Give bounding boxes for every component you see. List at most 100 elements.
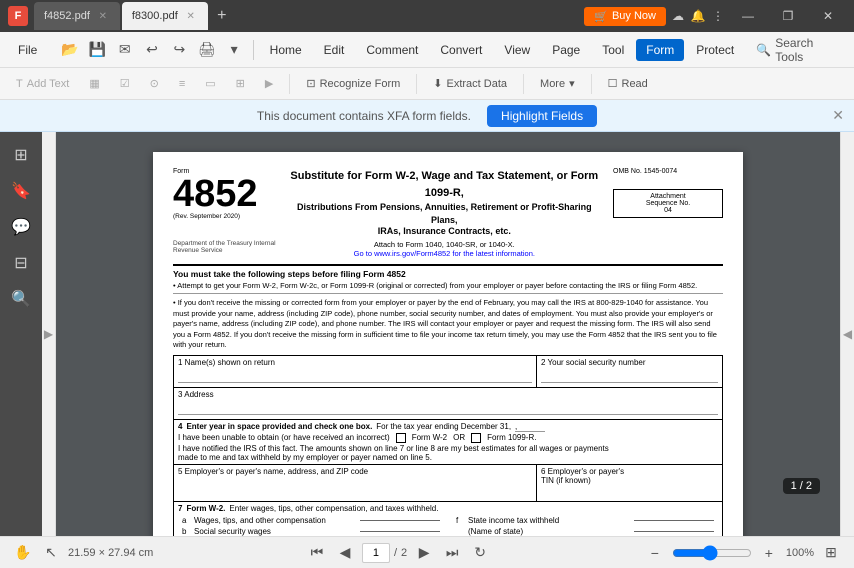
tab-f8300-label: f8300.pdf <box>132 10 178 22</box>
minimize-button[interactable]: — <box>730 2 766 30</box>
sidebar-layers-icon[interactable]: ⊟ <box>6 248 36 278</box>
rotate-button[interactable]: ↻ <box>469 542 491 564</box>
attach-line: Attach to Form 1040, 1040-SR, or 1040-X. <box>286 240 603 249</box>
tab-f4852[interactable]: f4852.pdf ✕ <box>34 2 120 30</box>
chevron-right-icon: ▶ <box>44 327 53 341</box>
field-icon-3: ⊙ <box>142 74 167 93</box>
row7-f: fState income tax withheld <box>452 515 718 526</box>
close-button[interactable]: ✕ <box>810 2 846 30</box>
omb-number: OMB No. 1545-0074 <box>613 168 723 175</box>
field6: 6 Employer's or payer's TIN (if known) <box>537 465 722 501</box>
row7-content: aWages, tips, and other compensation bSo… <box>178 515 718 536</box>
field-icon-1: ▦ <box>81 74 107 93</box>
save-icon[interactable]: 💾 <box>85 36 110 64</box>
redo-icon[interactable]: ↪ <box>167 36 192 64</box>
sequence-label: Sequence No. <box>617 200 719 207</box>
menu-edit[interactable]: Edit <box>314 39 355 61</box>
hand-tool-button[interactable]: ✋ <box>12 542 34 564</box>
select-tool-button[interactable]: ↖ <box>40 542 62 564</box>
total-pages: 2 <box>401 547 407 559</box>
field3-input <box>178 401 718 415</box>
row-5-6: 5 Employer's or payer's name, address, a… <box>173 464 723 502</box>
pdf-viewer[interactable]: Form 4852 (Rev. September 2020) Departme… <box>56 132 840 536</box>
fit-page-button[interactable]: ⊞ <box>820 542 842 564</box>
row7-state: (Name of state) <box>452 526 718 536</box>
restore-button[interactable]: ❐ <box>770 2 806 30</box>
pdf-page: Form 4852 (Rev. September 2020) Departme… <box>153 152 743 536</box>
tab-f4852-close[interactable]: ✕ <box>96 9 110 23</box>
step1-text: • Attempt to get your Form W-2, Form W-2… <box>173 281 723 290</box>
last-page-button[interactable]: ⏭ <box>441 542 463 564</box>
gov-url: Go to www.irs.gov/Form4852 for the lates… <box>286 249 603 258</box>
tab-f8300[interactable]: f8300.pdf ✕ <box>122 2 208 30</box>
titlebar: F f4852.pdf ✕ f8300.pdf ✕ + 🛒 Buy Now ☁ … <box>0 0 854 32</box>
prev-page-button[interactable]: ◀ <box>334 542 356 564</box>
menu-tool[interactable]: Tool <box>592 39 634 61</box>
field-icon-5: ▭ <box>197 74 223 93</box>
field7state-input <box>634 531 714 532</box>
menu-convert[interactable]: Convert <box>430 39 492 61</box>
menu-form[interactable]: Form <box>636 39 684 61</box>
toolbar-divider-1 <box>289 74 290 94</box>
recognize-form-button[interactable]: ⊡ Recognize Form <box>298 74 408 93</box>
add-text-button[interactable]: T Add Text <box>8 75 77 93</box>
zoom-slider[interactable] <box>672 545 752 561</box>
undo-icon[interactable]: ↩ <box>139 36 164 64</box>
sidebar-pages-icon[interactable]: ⊞ <box>6 140 36 170</box>
zoom-in-button[interactable]: + <box>758 542 780 564</box>
notification-icon[interactable]: 🔔 <box>690 8 706 24</box>
more-button[interactable]: More ▾ <box>532 74 583 93</box>
more-dropdown-icon: ▾ <box>569 77 575 90</box>
row-1-2: 1 Name(s) shown on return 2 Your social … <box>173 355 723 388</box>
xfa-close-button[interactable]: ✕ <box>832 107 844 124</box>
titlebar-actions: 🛒 Buy Now ☁ 🔔 ⋮ — ❐ ✕ <box>584 2 846 30</box>
sidebar-comments-icon[interactable]: 💬 <box>6 212 36 242</box>
field1: 1 Name(s) shown on return <box>174 356 537 387</box>
toolbar-divider-2 <box>416 74 417 94</box>
field5: 5 Employer's or payer's name, address, a… <box>174 465 537 501</box>
row-7: 7 Form W-2. Enter wages, tips, other com… <box>173 501 723 536</box>
zoom-out-button[interactable]: − <box>644 542 666 564</box>
print-icon[interactable]: 🖨 <box>194 36 219 64</box>
panel-toggle-right[interactable]: ◀ <box>840 132 854 536</box>
panel-toggle-left[interactable]: ▶ <box>42 132 56 536</box>
field-icon-2: ☑ <box>112 74 138 93</box>
row7-a: aWages, tips, and other compensation <box>178 515 444 526</box>
nav-controls: ⏮ ◀ / 2 ▶ ⏭ ↻ <box>306 542 491 564</box>
read-checkbox[interactable]: ☐ Read <box>600 74 656 93</box>
w2-checkbox <box>396 433 406 443</box>
row-4: 4 Enter year in space provided and check… <box>173 419 723 465</box>
menu-view[interactable]: View <box>494 39 540 61</box>
menu-file[interactable]: File <box>8 39 47 61</box>
row7-b: bSocial security wages <box>178 526 444 536</box>
more-options-icon[interactable]: ⋮ <box>710 8 726 24</box>
sidebar-search-icon[interactable]: 🔍 <box>6 284 36 314</box>
recognize-icon: ⊡ <box>306 77 315 90</box>
sidebar-bookmarks-icon[interactable]: 🔖 <box>6 176 36 206</box>
menu-page[interactable]: Page <box>542 39 590 61</box>
open-icon[interactable]: 📂 <box>57 36 82 64</box>
row7-right: fState income tax withheld (Name of stat… <box>452 515 718 536</box>
first-page-button[interactable]: ⏮ <box>306 542 328 564</box>
buy-now-button[interactable]: 🛒 Buy Now <box>584 7 666 26</box>
email-icon[interactable]: ✉ <box>112 36 137 64</box>
form-toolbar: T Add Text ▦ ☑ ⊙ ≡ ▭ ⊞ ▶ ⊡ Recognize For… <box>0 68 854 100</box>
toolbar-divider-3 <box>523 74 524 94</box>
form-title-block: Substitute for Form W-2, Wage and Tax St… <box>286 168 603 258</box>
app-logo: F <box>8 6 28 26</box>
tab-f8300-close[interactable]: ✕ <box>184 9 198 23</box>
menu-comment[interactable]: Comment <box>356 39 428 61</box>
extract-icon: ⬇ <box>433 77 442 90</box>
extract-data-button[interactable]: ⬇ Extract Data <box>425 74 515 93</box>
menu-protect[interactable]: Protect <box>686 39 744 61</box>
next-page-button[interactable]: ▶ <box>413 542 435 564</box>
print-dropdown-icon[interactable]: ▾ <box>221 36 246 64</box>
add-tab-button[interactable]: + <box>210 4 234 28</box>
menu-file-icons: File <box>8 39 47 61</box>
xfa-banner: This document contains XFA form fields. … <box>0 100 854 132</box>
page-number-input[interactable] <box>362 543 390 563</box>
search-tools-button[interactable]: 🔍 Search Tools <box>746 32 846 68</box>
highlight-fields-button[interactable]: Highlight Fields <box>487 105 597 127</box>
menu-home[interactable]: Home <box>260 39 312 61</box>
row4-line4: made to me and tax withheld by my employ… <box>178 453 718 462</box>
